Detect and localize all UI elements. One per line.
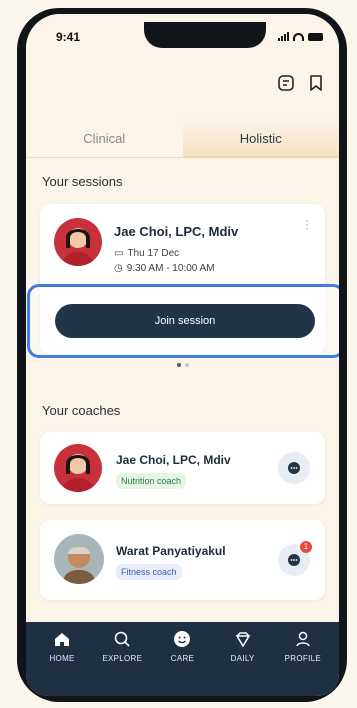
wifi-icon <box>293 32 304 41</box>
join-session-button[interactable]: Join session <box>55 304 315 338</box>
bottom-nav: HOME EXPLORE CARE DAILY PROFILE <box>26 622 339 696</box>
chat-icon <box>288 462 300 474</box>
coach-photo-icon <box>54 534 104 584</box>
tab-holistic[interactable]: Holistic <box>182 118 339 158</box>
chat-button[interactable] <box>278 452 310 484</box>
header-actions <box>277 74 325 92</box>
search-icon <box>114 631 130 647</box>
coach-role-tag: Nutrition coach <box>116 473 187 489</box>
nav-home[interactable]: HOME <box>35 630 89 696</box>
nav-daily[interactable]: DAILY <box>216 630 270 696</box>
status-time: 9:41 <box>56 30 81 44</box>
tab-clinical[interactable]: Clinical <box>26 118 183 158</box>
more-options-icon[interactable]: · · · <box>305 214 309 234</box>
care-face-icon <box>174 631 191 647</box>
coaches-title: Your coaches <box>42 403 121 418</box>
session-date: ▭ Thu 17 Dec <box>114 248 179 259</box>
avatar <box>54 218 102 266</box>
coach-name: Warat Panyatiyakul <box>116 544 226 558</box>
coach-photo-icon <box>54 444 102 492</box>
nav-care[interactable]: CARE <box>155 630 209 696</box>
session-date-text: Thu 17 Dec <box>127 248 180 259</box>
nav-label: EXPLORE <box>102 654 143 663</box>
battery-icon <box>308 32 323 41</box>
calendar-icon: ▭ <box>114 248 124 259</box>
avatar <box>54 444 102 492</box>
home-icon <box>55 633 70 646</box>
session-time: ◷ 9:30 AM - 10:00 AM <box>114 263 215 274</box>
nav-label: HOME <box>49 654 75 663</box>
carousel-dot-active <box>177 363 181 367</box>
status-icons <box>278 32 323 41</box>
coach-photo-icon <box>54 218 102 266</box>
clock-icon: ◷ <box>114 263 123 274</box>
carousel-dot <box>185 363 189 367</box>
nav-profile[interactable]: PROFILE <box>276 630 330 696</box>
chat-button[interactable]: 1 <box>278 541 312 576</box>
coach-card[interactable]: Warat Panyatiyakul Fitness coach 1 <box>40 520 325 600</box>
nav-label: DAILY <box>230 654 255 663</box>
unread-badge: 1 <box>300 541 312 553</box>
avatar <box>54 534 104 584</box>
chat-icon <box>288 554 300 566</box>
viewport: 9:41 Clinical Holistic Your sessions Jae… <box>26 14 339 696</box>
signal-icon <box>278 32 289 41</box>
journal-icon[interactable] <box>277 74 295 92</box>
session-time-text: 9:30 AM - 10:00 AM <box>126 263 215 274</box>
coach-role-tag: Fitness coach <box>116 564 182 580</box>
bookmark-icon[interactable] <box>307 74 325 92</box>
sessions-title: Your sessions <box>42 174 123 189</box>
notch <box>144 22 266 48</box>
diamond-icon <box>235 632 250 648</box>
nav-explore[interactable]: EXPLORE <box>95 630 149 696</box>
carousel-dots <box>177 363 189 367</box>
coach-name: Jae Choi, LPC, Mdiv <box>116 453 231 467</box>
nav-label: PROFILE <box>284 654 322 663</box>
coach-card[interactable]: Jae Choi, LPC, Mdiv Nutrition coach <box>40 432 325 504</box>
session-coach-name: Jae Choi, LPC, Mdiv <box>114 224 239 239</box>
tab-bar: Clinical Holistic <box>26 118 339 158</box>
nav-label: CARE <box>170 654 195 663</box>
profile-icon <box>296 631 310 647</box>
